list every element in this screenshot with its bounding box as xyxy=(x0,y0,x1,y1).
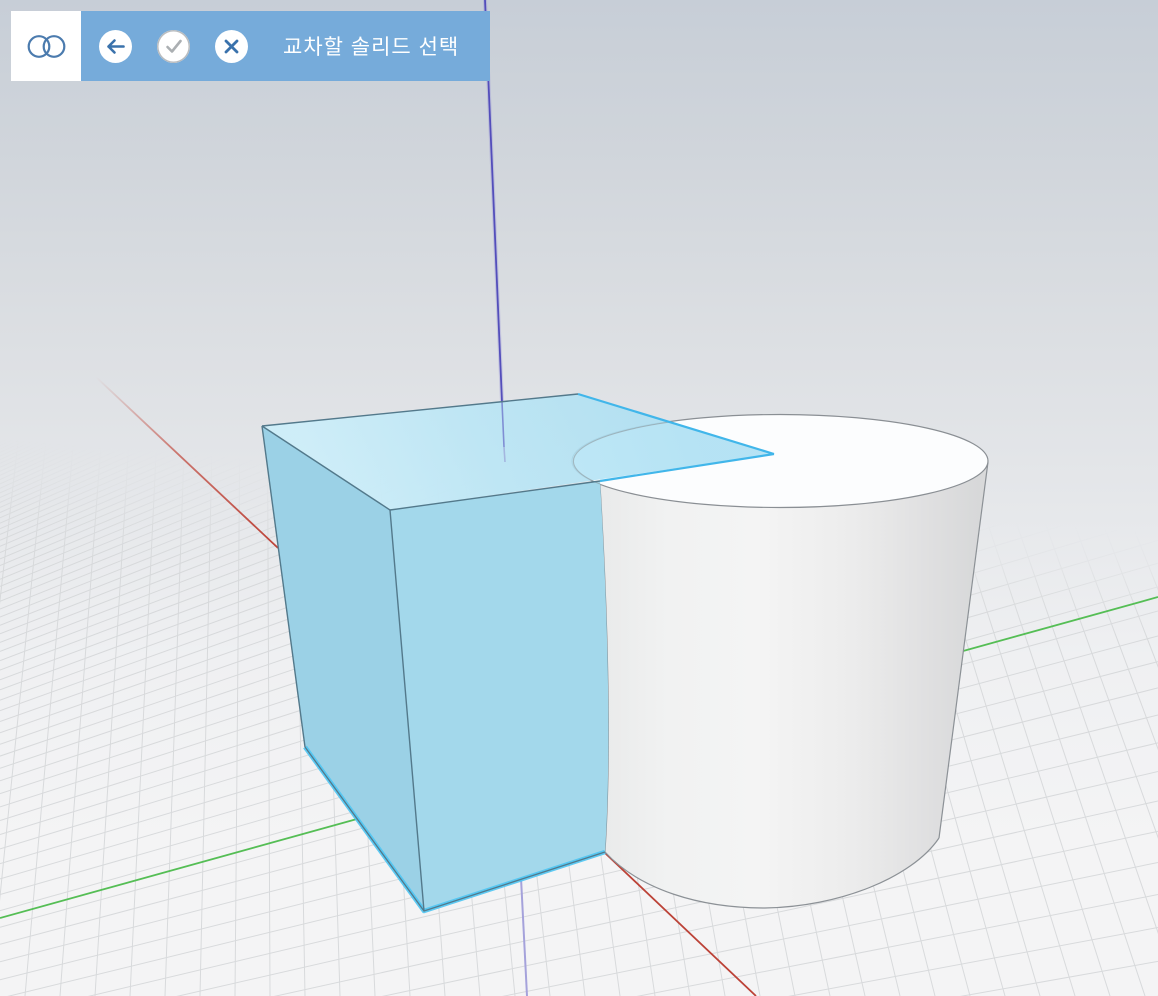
viewport-3d[interactable] xyxy=(0,0,1158,996)
z-axis-line-negative xyxy=(521,878,527,996)
confirm-button[interactable] xyxy=(157,30,190,63)
cylinder-body xyxy=(600,462,988,908)
cylinder-solid[interactable] xyxy=(572,415,988,909)
close-x-icon xyxy=(220,35,243,58)
intersect-tool-badge xyxy=(11,11,81,81)
tool-prompt-title: 교차할 솔리드 선택 xyxy=(283,31,459,61)
back-button[interactable] xyxy=(99,30,132,63)
z-axis-fade-tail xyxy=(504,447,505,462)
intersect-circles-icon xyxy=(11,11,81,81)
cancel-button[interactable] xyxy=(215,30,248,63)
back-arrow-icon xyxy=(104,35,127,58)
tool-prompt-bar: 교차할 솔리드 선택 xyxy=(81,11,490,81)
tool-toolbar: 교차할 솔리드 선택 xyxy=(11,11,490,81)
cube-right-face xyxy=(390,481,608,911)
checkmark-icon xyxy=(162,35,185,58)
